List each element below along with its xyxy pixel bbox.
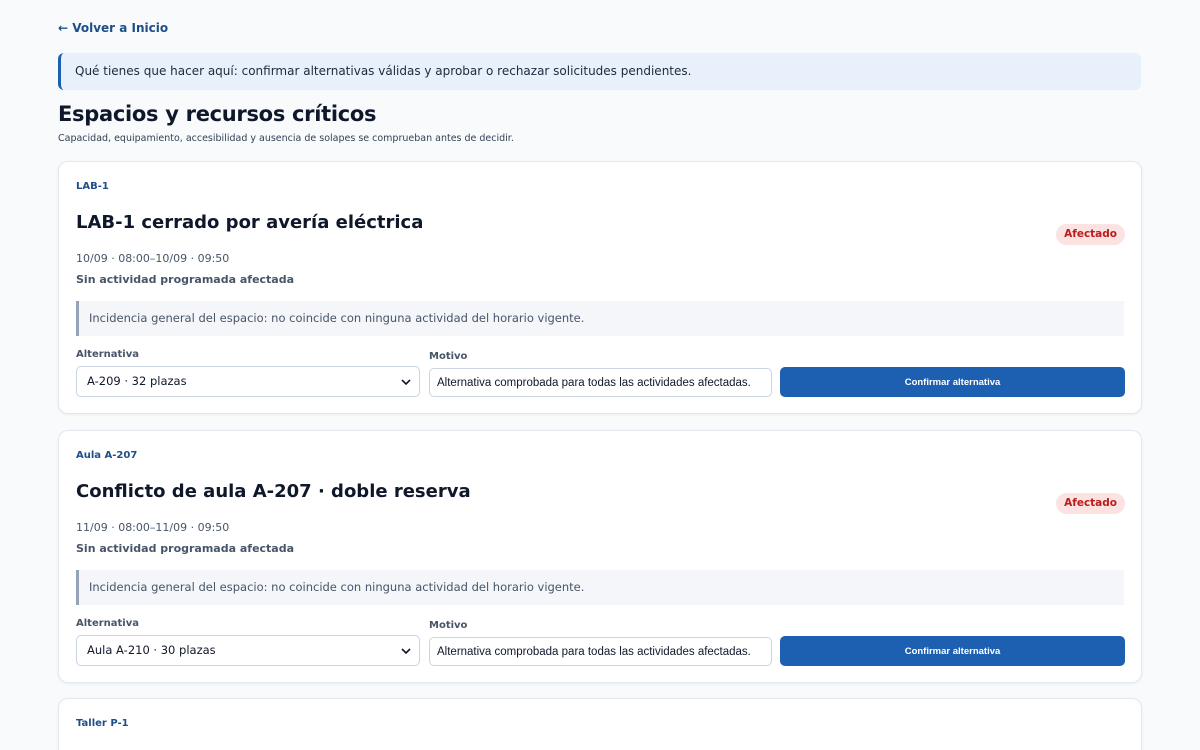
card-space-tag: Aula A-207 [76, 450, 138, 461]
confirm-alternative-button[interactable]: Confirmar alternativa [780, 636, 1125, 666]
card-affected-activity: Sin actividad programada afectada [76, 542, 295, 555]
incident-card: Taller P-1 [58, 698, 1142, 750]
card-affected-activity: Sin actividad programada afectada [76, 273, 295, 286]
status-badge: Afectado [1056, 493, 1125, 514]
card-space-tag: LAB-1 [76, 181, 109, 192]
reason-input[interactable] [429, 637, 772, 666]
incidence-note: Incidencia general del espacio: no coinc… [76, 301, 1124, 336]
alternative-selected-value: A-209 · 32 plazas [87, 374, 187, 388]
incidence-note: Incidencia general del espacio: no coinc… [76, 570, 1124, 605]
card-date-range: 10/09 · 08:00–10/09 · 09:50 [76, 252, 230, 265]
alternative-label: Alternativa [76, 618, 140, 629]
instructions-banner: Qué tienes que hacer aquí: confirmar alt… [58, 53, 1141, 90]
card-space-tag: Taller P-1 [76, 718, 129, 729]
reason-label: Motivo [429, 351, 468, 362]
incident-card: Aula A-207 Conflicto de aula A-207 · dob… [58, 430, 1142, 683]
confirm-alternative-button[interactable]: Confirmar alternativa [780, 367, 1125, 397]
chevron-down-icon [401, 379, 411, 386]
reason-input[interactable] [429, 368, 772, 397]
alternative-label: Alternativa [76, 349, 140, 360]
page-subtitle: Capacidad, equipamiento, accesibilidad y… [58, 133, 514, 144]
status-badge: Afectado [1056, 224, 1125, 245]
instructions-text: Qué tienes que hacer aquí: confirmar alt… [75, 64, 692, 78]
card-title: Conflicto de aula A-207 · doble reserva [76, 481, 471, 502]
alternative-selected-value: Aula A-210 · 30 plazas [87, 643, 216, 657]
chevron-down-icon [401, 648, 411, 655]
reason-label: Motivo [429, 620, 468, 631]
alternative-select[interactable]: A-209 · 32 plazas [76, 366, 420, 397]
back-to-home-link[interactable]: ← Volver a Inicio [58, 21, 168, 35]
incident-card: LAB-1 LAB-1 cerrado por avería eléctrica… [58, 161, 1142, 414]
page-title: Espacios y recursos críticos [58, 102, 377, 126]
card-title: LAB-1 cerrado por avería eléctrica [76, 212, 424, 233]
card-date-range: 11/09 · 08:00–11/09 · 09:50 [76, 521, 230, 534]
alternative-select[interactable]: Aula A-210 · 30 plazas [76, 635, 420, 666]
